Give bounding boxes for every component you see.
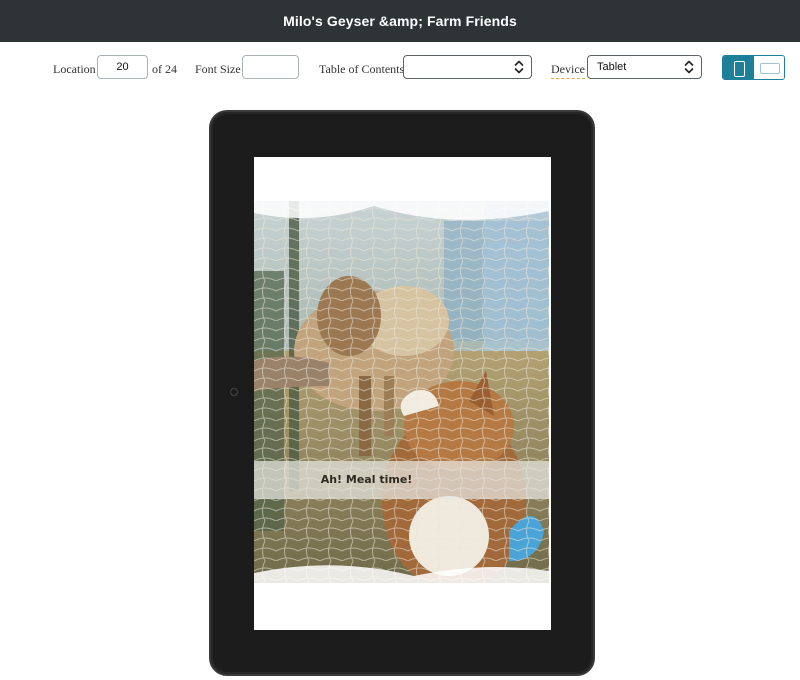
camera-dot-icon [230,388,238,396]
tablet-frame: Ah! Meal time! [209,110,595,676]
location-total: of 24 [152,62,177,76]
device-select[interactable]: Tablet [587,55,702,79]
page-illustration [254,201,549,583]
landscape-orientation-icon [759,63,780,74]
chevron-up-down-icon [514,60,524,74]
orientation-toggle [722,55,785,80]
page-caption: Ah! Meal time! [320,473,413,486]
toc-select[interactable] [403,55,532,79]
location-label: Location [53,62,96,76]
illustration-image [254,201,549,583]
book-title: Milo's Geyser &amp; Farm Friends [283,13,517,29]
device-label: Device [551,62,585,79]
title-bar: Milo's Geyser &amp; Farm Friends [0,0,800,42]
landscape-button[interactable] [753,56,784,79]
font-size-input[interactable] [242,55,299,79]
font-size-label: Font Size [195,62,241,76]
portrait-button[interactable] [723,56,754,79]
toc-label: Table of Contents [319,62,405,76]
location-input[interactable]: 20 [97,55,148,79]
device-selected-value: Tablet [597,61,627,73]
portrait-orientation-icon [734,61,745,77]
chevron-up-down-icon [684,60,694,74]
book-page[interactable]: Ah! Meal time! [254,157,551,630]
reader-toolbar: Location 20 of 24 Font Size Table of Con… [0,42,800,92]
